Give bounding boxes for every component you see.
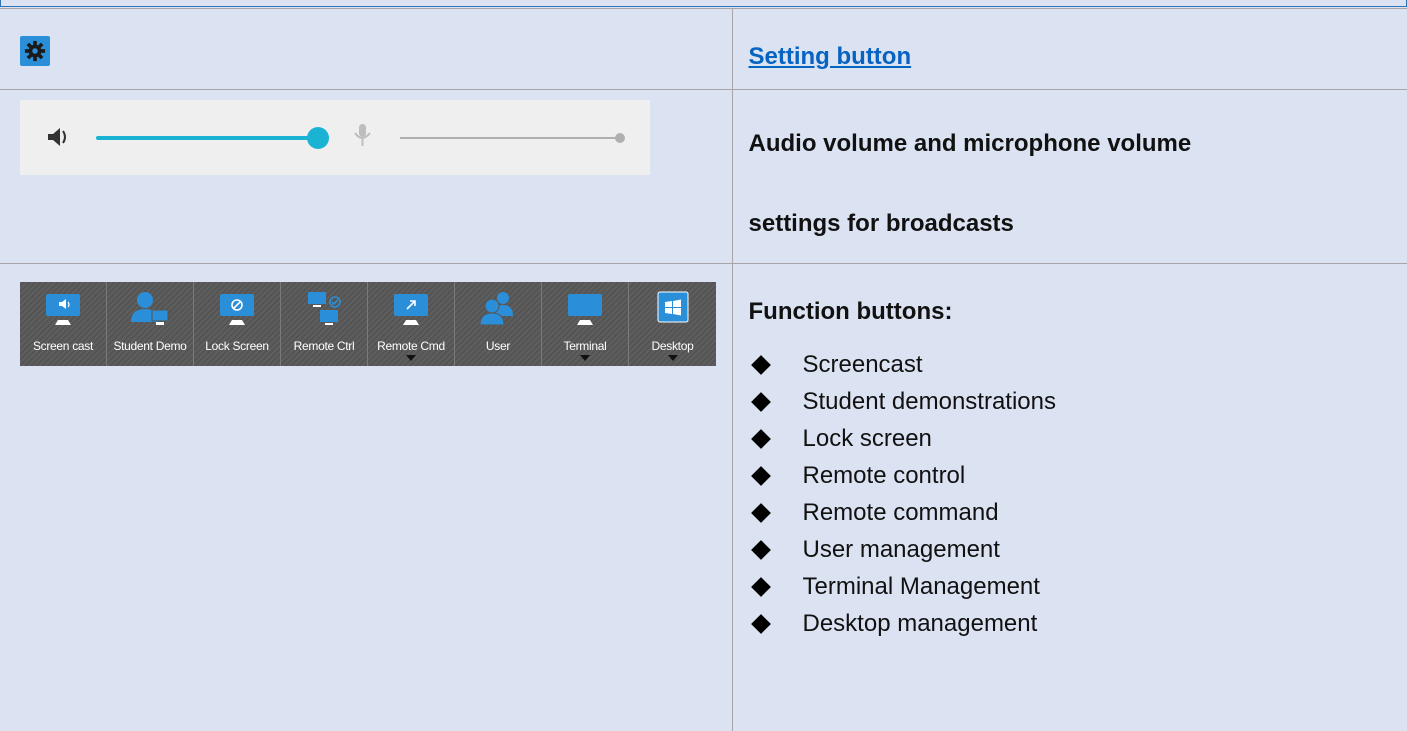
diamond-bullet-icon xyxy=(751,503,771,523)
remote-control-button[interactable]: Remote Ctrl xyxy=(281,282,368,366)
chevron-down-icon[interactable] xyxy=(406,355,416,361)
remote-control-icon xyxy=(302,290,346,328)
speaker-icon[interactable] xyxy=(48,128,65,146)
terminal-button[interactable]: Terminal xyxy=(542,282,629,366)
list-item: Lock screen xyxy=(749,420,1057,457)
function-buttons-heading: Function buttons: xyxy=(749,298,953,326)
diamond-bullet-icon xyxy=(751,614,771,634)
list-item: User management xyxy=(749,531,1057,568)
desktop-button[interactable]: Desktop xyxy=(629,282,716,366)
diamond-bullet-icon xyxy=(751,466,771,486)
toolbar-label: Lock Screen xyxy=(194,339,280,353)
user-icon xyxy=(476,290,520,328)
diamond-bullet-icon xyxy=(751,355,771,375)
list-item-label: Terminal Management xyxy=(803,573,1040,601)
gear-icon[interactable] xyxy=(20,36,50,66)
microphone-volume-slider[interactable] xyxy=(400,133,625,143)
screencast-icon xyxy=(41,290,85,328)
list-item: Terminal Management xyxy=(749,568,1057,605)
toolbar-label: Screen cast xyxy=(20,339,106,353)
audio-volume-slider[interactable] xyxy=(98,127,329,149)
toolbar-label: Remote Cmd xyxy=(368,339,454,353)
user-button[interactable]: User xyxy=(455,282,542,366)
diamond-bullet-icon xyxy=(751,540,771,560)
toolbar-label: Student Demo xyxy=(107,339,193,353)
audio-volume-panel xyxy=(20,100,650,175)
audio-description-line1: Audio volume and microphone volume xyxy=(749,130,1192,158)
chevron-down-icon[interactable] xyxy=(668,355,678,361)
desktop-icon xyxy=(651,290,695,328)
lock-screen-button[interactable]: Lock Screen xyxy=(194,282,281,366)
function-toolbar: Screen cast Student Demo xyxy=(20,282,716,366)
list-item-label: Desktop management xyxy=(803,610,1038,638)
microphone-icon[interactable] xyxy=(355,124,370,146)
table-row: Screen cast Student Demo xyxy=(0,264,1407,731)
list-item-label: User management xyxy=(803,536,1000,564)
student-demo-button[interactable]: Student Demo xyxy=(107,282,194,366)
toolbar-label: User xyxy=(455,339,541,353)
toolbar-label: Desktop xyxy=(629,339,716,353)
setting-button-link[interactable]: Setting button xyxy=(749,43,912,71)
list-item: Student demonstrations xyxy=(749,383,1057,420)
list-item-label: Screencast xyxy=(803,351,923,379)
diamond-bullet-icon xyxy=(751,429,771,449)
list-item: Desktop management xyxy=(749,605,1057,642)
document-page: Setting button xyxy=(0,0,1407,728)
list-item-label: Lock screen xyxy=(803,425,932,453)
toolbar-label: Terminal xyxy=(542,339,628,353)
lock-screen-icon xyxy=(215,290,259,328)
list-item: Remote command xyxy=(749,494,1057,531)
terminal-icon xyxy=(563,290,607,328)
diamond-bullet-icon xyxy=(751,392,771,412)
list-item-label: Remote command xyxy=(803,499,999,527)
list-item: Screencast xyxy=(749,346,1057,383)
function-list: Screencast Student demonstrations Lock s… xyxy=(749,346,1057,642)
remote-command-button[interactable]: Remote Cmd xyxy=(368,282,455,366)
chevron-down-icon[interactable] xyxy=(580,355,590,361)
student-demo-icon xyxy=(128,290,172,328)
list-item-label: Student demonstrations xyxy=(803,388,1057,416)
toolbar-label: Remote Ctrl xyxy=(281,339,367,353)
table-row: Setting button xyxy=(0,9,1407,90)
table-row: Audio volume and microphone volume setti… xyxy=(0,90,1407,264)
list-item: Remote control xyxy=(749,457,1057,494)
diamond-bullet-icon xyxy=(751,577,771,597)
audio-description-line2: settings for broadcasts xyxy=(749,210,1014,238)
list-item-label: Remote control xyxy=(803,462,966,490)
feature-table: Setting button xyxy=(0,8,1407,731)
remote-command-icon xyxy=(389,290,433,328)
table-top-border xyxy=(0,0,1407,7)
screencast-button[interactable]: Screen cast xyxy=(20,282,107,366)
